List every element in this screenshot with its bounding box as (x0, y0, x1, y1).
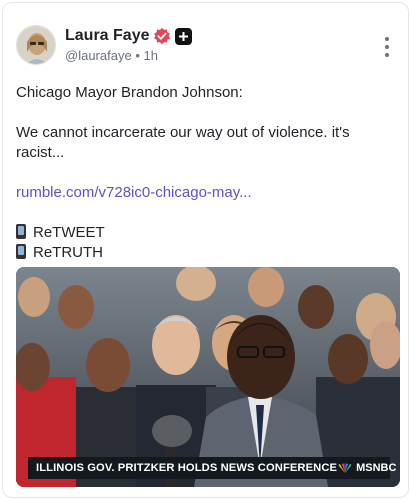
peacock-icon (338, 463, 352, 473)
post-link[interactable]: rumble.com/v728ic0-chicago-may... (16, 183, 392, 203)
network-name: MSNBC (356, 462, 397, 474)
author-handle[interactable]: @laurafaye (65, 48, 132, 63)
post-card: Laura Faye @laurafaye • 1h Chicago Mayor… (2, 2, 409, 498)
post-body: Chicago Mayor Brandon Johnson: We cannot… (16, 83, 392, 263)
video-thumbnail[interactable]: ILLINOIS GOV. PRITZKER HOLDS NEWS CONFER… (16, 267, 400, 487)
author-name-row: Laura Faye (65, 27, 193, 45)
retruth-label: ReTRUTH (33, 244, 103, 261)
network-logo: MSNBC (337, 462, 396, 474)
news-chyron: ILLINOIS GOV. PRITZKER HOLDS NEWS CONFER… (28, 457, 396, 479)
verified-badge-icon (154, 27, 171, 45)
mobile-phone-icon (16, 224, 26, 239)
retweet-line: ReTWEET (16, 223, 392, 243)
post-time[interactable]: 1h (144, 48, 158, 63)
retweet-label: ReTWEET (33, 224, 105, 241)
meta-separator: • (135, 48, 140, 63)
plus-badge-icon (175, 27, 193, 45)
avatar-image (17, 26, 55, 64)
post-text-line-2: We cannot incarcerate our way out of vio… (16, 124, 350, 161)
retruth-line: ReTRUTH (16, 243, 392, 263)
more-options-icon[interactable] (382, 37, 392, 57)
author-avatar[interactable] (16, 25, 56, 65)
author-name[interactable]: Laura Faye (65, 27, 149, 45)
post-text-line-1: Chicago Mayor Brandon Johnson: (16, 84, 243, 101)
news-conference-image (16, 267, 400, 487)
author-meta: @laurafaye • 1h (65, 48, 158, 63)
chyron-text: ILLINOIS GOV. PRITZKER HOLDS NEWS CONFER… (36, 462, 338, 474)
mobile-phone-icon (16, 244, 26, 259)
